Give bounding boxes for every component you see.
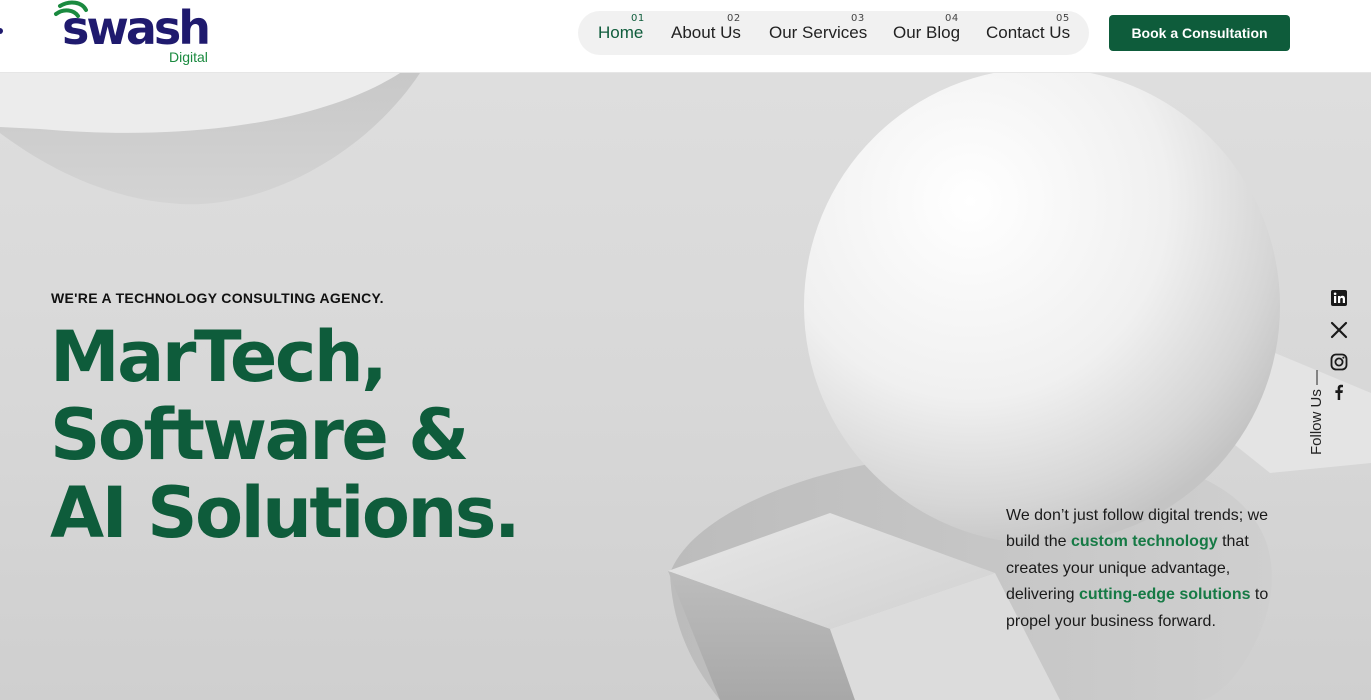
nav-item-our-services[interactable]: 03 Our Services [769,13,868,43]
headline-line-2: Software & [50,394,469,476]
logo-subtitle: Digital [169,49,208,65]
nav-item-about-us[interactable]: 02 About Us [671,13,741,43]
nav-label: About Us [671,23,741,42]
headline-line-1: MarTech, [50,316,388,398]
book-consultation-button[interactable]: Book a Consultation [1109,15,1290,51]
x-icon[interactable] [1330,321,1348,339]
hero-headline: MarTech, Software & AI Solutions. [50,318,650,552]
nav-label: Contact Us [986,23,1071,42]
nav-label: Our Blog [893,23,961,42]
main-nav: 01 Home 02 About Us 03 Our Services 04 O… [578,11,1089,55]
hero-section: WE'RE A TECHNOLOGY CONSULTING AGENCY. Ma… [0,73,1371,700]
edge-dot [0,28,3,34]
follow-us-rail: Follow Us — [1308,283,1358,503]
nav-number: 03 [851,13,865,24]
nav-label: Home [598,23,644,42]
linkedin-icon[interactable] [1330,289,1348,307]
nav-item-our-blog[interactable]: 04 Our Blog [893,13,961,43]
hero-blurb: We don’t just follow digital trends; we … [1006,503,1296,635]
hero-eyebrow: WE'RE A TECHNOLOGY CONSULTING AGENCY. [51,290,384,306]
nav-item-contact-us[interactable]: 05 Contact Us [986,13,1071,43]
nav-item-home[interactable]: 01 Home [598,13,644,43]
nav-number: 01 [631,13,645,24]
nav-number: 02 [727,13,741,24]
sphere-shape [804,73,1280,544]
site-header: swash Digital 01 Home 02 About Us 03 Our… [0,0,1371,73]
follow-us-label: Follow Us — [1308,369,1325,455]
nav-label: Our Services [769,23,868,42]
logo-wordmark: swash [62,1,211,55]
instagram-icon[interactable] [1330,353,1348,371]
blurb-highlight-custom-technology: custom technology [1070,533,1218,551]
swash-digital-logo[interactable]: swash Digital [48,0,218,70]
blurb-highlight-cutting-edge: cutting-edge solutions [1078,586,1251,604]
nav-number: 04 [945,13,959,24]
facebook-icon[interactable] [1330,383,1348,401]
nav-number: 05 [1056,13,1070,24]
headline-line-3: AI Solutions. [50,472,521,554]
